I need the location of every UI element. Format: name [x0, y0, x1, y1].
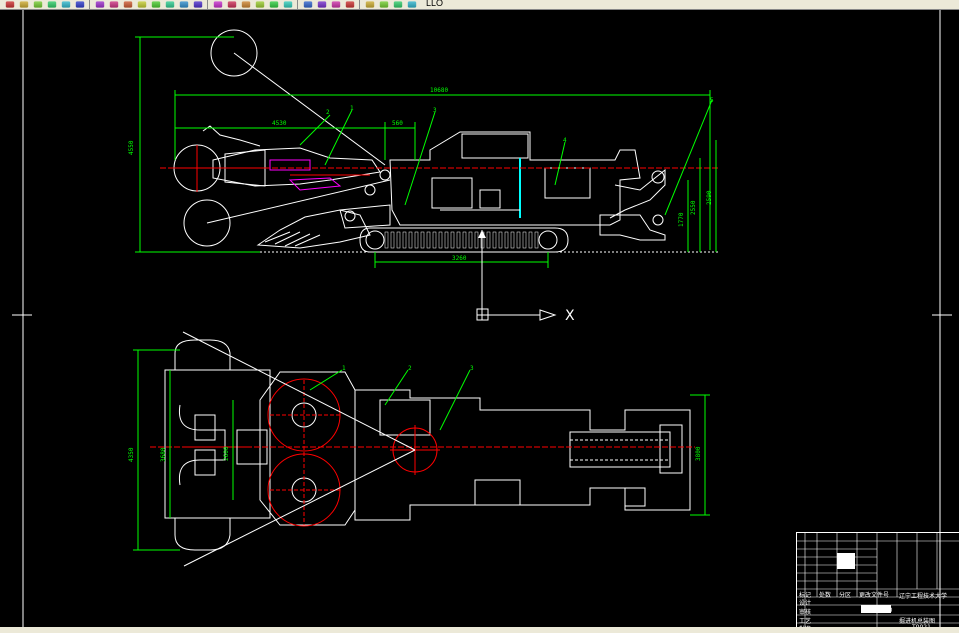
block-icon[interactable] — [331, 1, 341, 8]
track-link — [522, 231, 527, 249]
ucs-icon: X — [476, 260, 575, 324]
dim-right-3: 2590 — [706, 190, 713, 205]
track-link — [516, 231, 521, 249]
stretch-icon[interactable] — [193, 1, 203, 8]
text-icon[interactable] — [303, 1, 313, 8]
scale-icon[interactable] — [179, 1, 189, 8]
extend-icon[interactable] — [227, 1, 237, 8]
zoom-previous-icon[interactable] — [283, 1, 293, 8]
table-icon[interactable] — [317, 1, 327, 8]
scale-ratio: 1:50 — [879, 607, 893, 614]
track-link — [498, 231, 503, 249]
arc-icon[interactable] — [47, 1, 57, 8]
status-bar — [0, 627, 959, 633]
circle-icon[interactable] — [33, 1, 43, 8]
svg-text:1: 1 — [350, 105, 354, 112]
array-icon[interactable] — [137, 1, 147, 8]
dim-total-length: 10680 — [430, 87, 448, 94]
trim-icon[interactable] — [213, 1, 223, 8]
track-link — [474, 231, 479, 249]
dim-short: 560 — [392, 120, 403, 127]
mirror-icon[interactable] — [109, 1, 119, 8]
layer-name-text[interactable]: LLO — [426, 0, 443, 8]
dim-right-2: 2550 — [690, 200, 697, 215]
cad-toolbar: LLO — [0, 0, 959, 10]
row-label-3: 更改文件号 — [859, 592, 890, 599]
dim-track: 3260 — [452, 255, 467, 262]
track-link — [534, 231, 539, 249]
dim-right-1: 1770 — [678, 212, 685, 227]
insert-icon[interactable] — [345, 1, 355, 8]
axis-x-label: X — [565, 308, 575, 324]
track-link — [384, 231, 389, 249]
track-link — [390, 231, 395, 249]
properties-icon[interactable] — [379, 1, 389, 8]
rotate-icon[interactable] — [165, 1, 175, 8]
track-link — [510, 231, 515, 249]
track-link — [504, 231, 509, 249]
title-block: 辽宁工程技术大学 掘进机总装图 T0021 1:50 标记 处数 分区 更改文件… — [796, 532, 959, 633]
row-label-2: 分区 — [839, 592, 852, 599]
track-link — [438, 231, 443, 249]
zoom-realtime-icon[interactable] — [255, 1, 265, 8]
svg-text:1: 1 — [342, 365, 346, 372]
side-view: 10680 4530 560 4550 3260 1770 2550 2590 — [128, 29, 720, 268]
line-icon[interactable] — [5, 1, 15, 8]
dim-height-total: 4550 — [128, 140, 135, 155]
zoom-window-icon[interactable] — [269, 1, 279, 8]
copy-icon[interactable] — [95, 1, 105, 8]
polyline-icon[interactable] — [19, 1, 29, 8]
school-name: 辽宁工程技术大学 — [899, 593, 948, 600]
svg-text:2: 2 — [326, 109, 330, 116]
layer-icon[interactable] — [365, 1, 375, 8]
dim-rear: 3800 — [695, 446, 702, 461]
track-link — [492, 231, 497, 249]
track-link — [402, 231, 407, 249]
toolbar-separator — [359, 0, 360, 9]
color-icon[interactable] — [407, 1, 417, 8]
track-link — [408, 231, 413, 249]
track-link — [396, 231, 401, 249]
track-link — [426, 231, 431, 249]
svg-text:3: 3 — [470, 365, 474, 372]
track-link — [486, 231, 491, 249]
track-link — [528, 231, 533, 249]
track-link — [444, 231, 449, 249]
label-review: 审核 — [799, 609, 812, 616]
svg-text:4: 4 — [563, 137, 567, 144]
svg-text:3: 3 — [433, 107, 437, 114]
row-label-1: 处数 — [819, 592, 832, 599]
toolbar-separator — [297, 0, 298, 9]
track-link — [432, 231, 437, 249]
dim-width-inner: 3680 — [160, 447, 167, 462]
track-link — [456, 231, 461, 249]
bylayer-icon[interactable] — [393, 1, 403, 8]
dim-width-outer: 4350 — [128, 447, 135, 462]
offset-icon[interactable] — [123, 1, 133, 8]
track-link — [414, 231, 419, 249]
pan-icon[interactable] — [241, 1, 251, 8]
move-icon[interactable] — [151, 1, 161, 8]
hatch-icon[interactable] — [75, 1, 85, 8]
rectangle-icon[interactable] — [61, 1, 71, 8]
dim-body: 2600 — [223, 446, 230, 461]
dim-front-offset: 4530 — [272, 120, 287, 127]
drawing-area[interactable]: 10680 4530 560 4550 3260 1770 2550 2590 — [0, 10, 959, 633]
label-design: 设计 — [799, 600, 812, 607]
track-link — [462, 231, 467, 249]
track-link — [420, 231, 425, 249]
top-view: 4350 3680 2600 3800 1 2 3 — [128, 331, 710, 567]
toolbar-separator — [89, 0, 90, 9]
track-link — [450, 231, 455, 249]
track-link — [468, 231, 473, 249]
svg-text:5: 5 — [710, 97, 714, 104]
svg-text:2: 2 — [408, 365, 412, 372]
toolbar-separator — [207, 0, 208, 9]
